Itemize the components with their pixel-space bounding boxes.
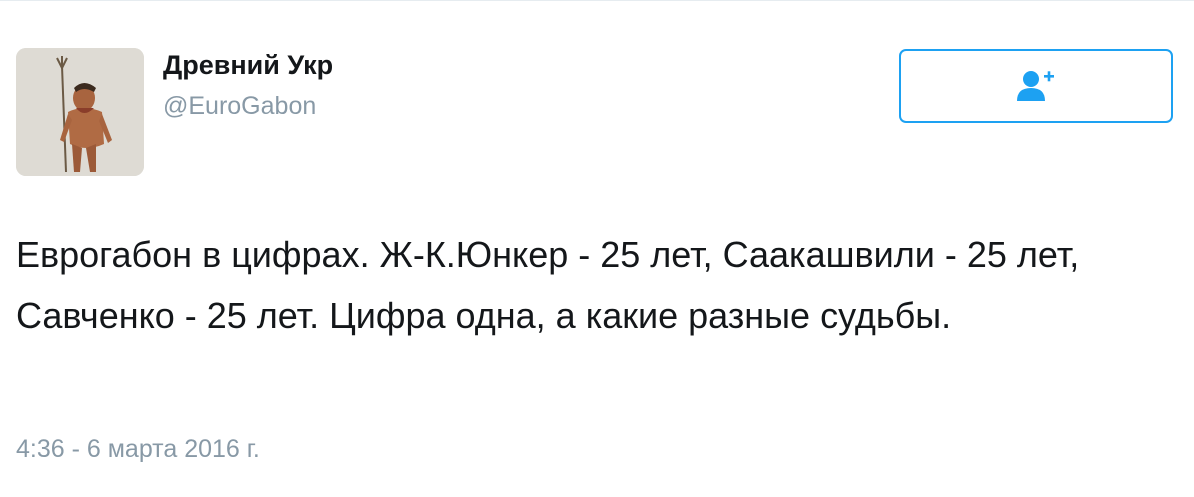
- follow-button[interactable]: [899, 49, 1173, 123]
- tweet-timestamp[interactable]: 4:36 - 6 марта 2016 г.: [16, 435, 260, 464]
- tweet-text: Еврогабон в цифрах. Ж-К.Юнкер - 25 лет, …: [16, 234, 1080, 336]
- author-handle[interactable]: @EuroGabon: [163, 92, 316, 121]
- caveman-avatar-image: [16, 48, 144, 176]
- tweet-card: Древний Укр @EuroGabon Еврогабон в цифра…: [0, 0, 1194, 497]
- avatar[interactable]: [16, 48, 144, 176]
- add-user-icon: [1017, 71, 1054, 101]
- author-display-name[interactable]: Древний Укр: [163, 50, 333, 81]
